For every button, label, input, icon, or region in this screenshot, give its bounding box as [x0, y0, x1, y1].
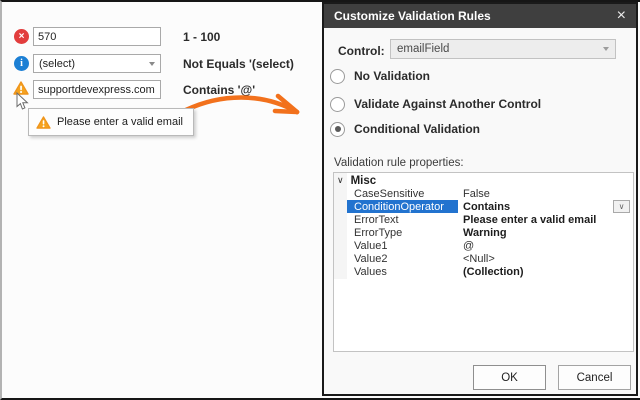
- control-dropdown[interactable]: emailField: [390, 39, 616, 59]
- collapse-chevron-icon: ∨: [337, 176, 344, 185]
- property-row-value2[interactable]: Value2 <Null>: [347, 252, 632, 265]
- radio-conditional-validation[interactable]: Conditional Validation: [330, 121, 480, 137]
- property-name: Value1: [347, 239, 458, 252]
- grid-gutter: [334, 173, 347, 279]
- chevron-down-icon: ∨: [619, 203, 625, 211]
- close-icon[interactable]: ×: [617, 8, 626, 24]
- property-row-errortext[interactable]: ErrorText Please enter a valid email: [347, 213, 632, 226]
- property-name: ErrorType: [347, 226, 458, 239]
- property-name: Value2: [347, 252, 458, 265]
- range-rule-label: 1 - 100: [183, 30, 220, 44]
- radio-circle: [330, 69, 345, 84]
- properties-section-label: Validation rule properties:: [334, 157, 464, 169]
- property-row-conditionoperator[interactable]: ConditionOperator Contains ∨: [347, 200, 632, 213]
- property-value: Warning: [458, 227, 507, 239]
- validation-tooltip: Please enter a valid email: [28, 108, 194, 136]
- cancel-button[interactable]: Cancel: [558, 365, 631, 390]
- radio-circle: [330, 97, 345, 112]
- property-row-value1[interactable]: Value1 @: [347, 239, 632, 252]
- customize-validation-rules-dialog: Customize Validation Rules × Control: em…: [322, 2, 638, 396]
- property-row-values[interactable]: Values (Collection): [347, 265, 632, 278]
- screenshot-root: × 1 - 100 i (select) Not Equals '(select…: [0, 0, 640, 400]
- property-value: False: [458, 188, 490, 200]
- property-name: ErrorText: [347, 213, 458, 226]
- property-grid: ∨ Misc CaseSensitive False ConditionOper…: [333, 172, 634, 352]
- property-name: ConditionOperator: [347, 200, 458, 213]
- info-icon: i: [14, 56, 29, 71]
- error-icon: ×: [14, 29, 29, 44]
- category-label: Misc: [351, 175, 377, 187]
- warning-icon: [36, 116, 51, 129]
- property-value: (Collection): [458, 266, 524, 278]
- value-dropdown-button[interactable]: ∨: [613, 200, 630, 213]
- property-row-casesensitive[interactable]: CaseSensitive False: [347, 187, 632, 200]
- email-input[interactable]: [33, 80, 161, 99]
- number-input[interactable]: [33, 27, 161, 46]
- control-label: Control:: [338, 44, 385, 58]
- property-value: <Null>: [458, 253, 495, 265]
- radio-label: Conditional Validation: [354, 122, 480, 136]
- radio-label: No Validation: [354, 69, 430, 83]
- chevron-down-icon: [603, 47, 609, 51]
- property-value: Please enter a valid email: [458, 214, 596, 226]
- property-value: @: [458, 240, 474, 252]
- control-dropdown-value: emailField: [397, 43, 449, 55]
- property-value: Contains: [458, 201, 510, 213]
- property-row-errortype[interactable]: ErrorType Warning: [347, 226, 632, 239]
- radio-no-validation[interactable]: No Validation: [330, 68, 430, 84]
- mouse-cursor-icon: [16, 92, 29, 111]
- select-dropdown[interactable]: (select): [33, 54, 161, 73]
- info-glyph: i: [20, 58, 23, 69]
- ok-button[interactable]: OK: [473, 365, 546, 390]
- tooltip-text: Please enter a valid email: [57, 116, 183, 128]
- radio-label: Validate Against Another Control: [354, 97, 541, 111]
- chevron-down-icon: [149, 62, 155, 66]
- dialog-titlebar[interactable]: Customize Validation Rules ×: [324, 4, 636, 28]
- not-equals-rule-label: Not Equals '(select): [183, 57, 294, 71]
- property-name: CaseSensitive: [347, 187, 458, 200]
- radio-circle-selected: [330, 122, 345, 137]
- select-dropdown-value: (select): [39, 58, 75, 70]
- radio-validate-against-control[interactable]: Validate Against Another Control: [330, 96, 541, 112]
- dialog-title: Customize Validation Rules: [334, 9, 491, 23]
- callout-arrow: [180, 86, 320, 136]
- category-row-misc[interactable]: ∨ Misc: [337, 174, 376, 187]
- property-name: Values: [347, 265, 458, 278]
- error-glyph: ×: [19, 31, 25, 42]
